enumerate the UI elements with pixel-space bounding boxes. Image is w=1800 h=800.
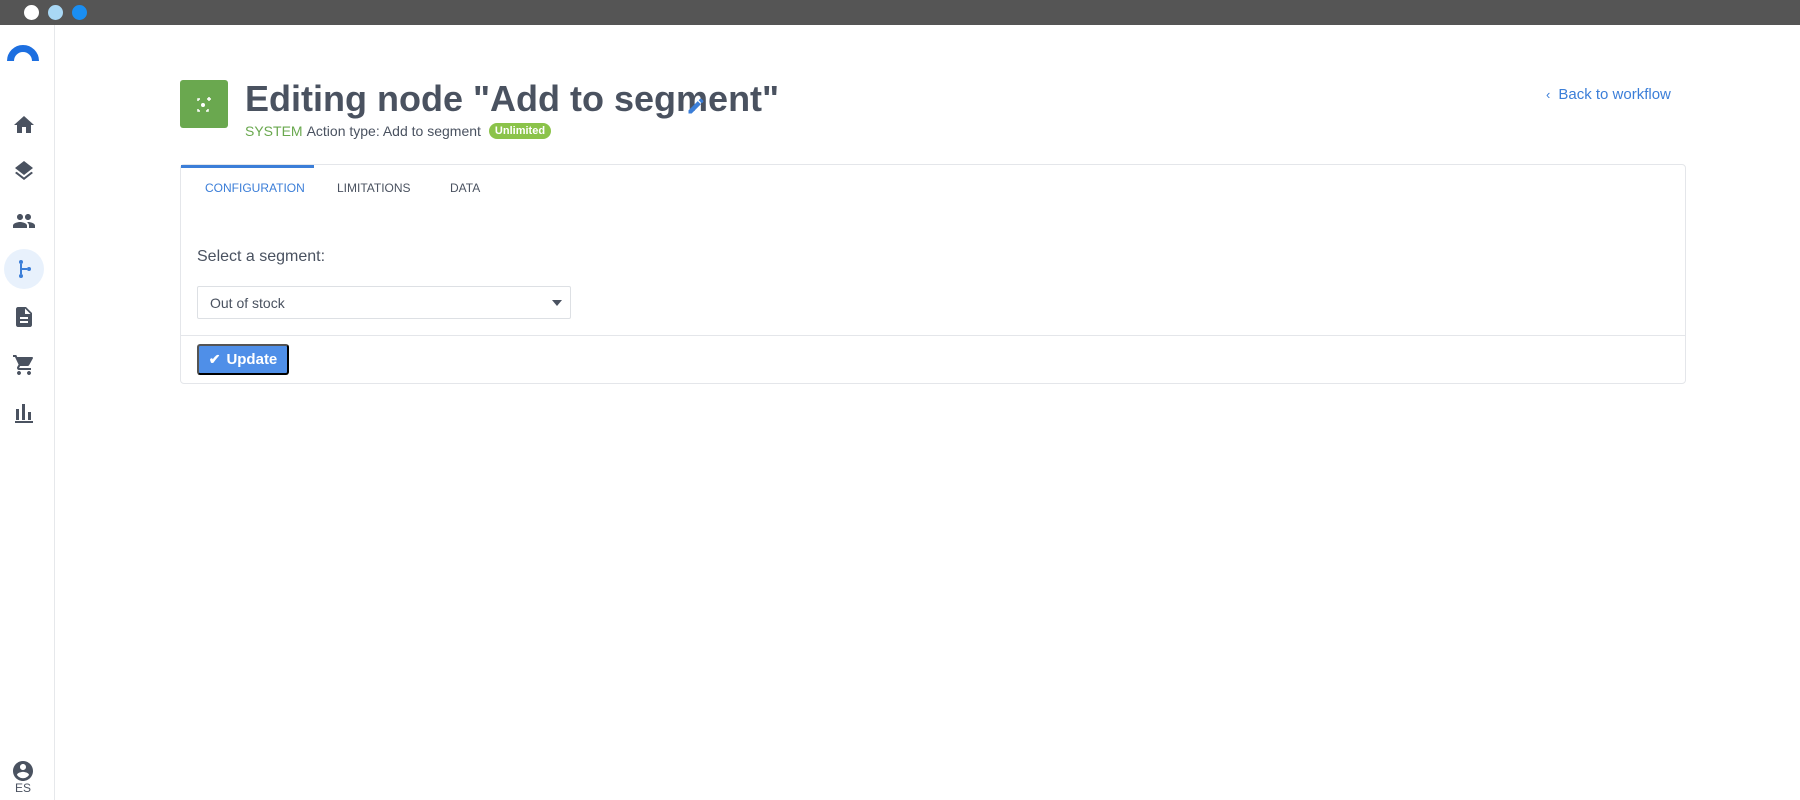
sidebar-item-cart[interactable] xyxy=(4,345,44,385)
window-maximize-button[interactable] xyxy=(72,5,87,20)
caret-down-icon xyxy=(552,300,562,306)
account-circle-icon[interactable] xyxy=(11,759,35,783)
card-footer-divider xyxy=(181,335,1685,336)
node-config-card: CONFIGURATION LIMITATIONS DATA Select a … xyxy=(180,164,1686,384)
sidebar-item-documents[interactable] xyxy=(4,297,44,337)
segment-node-icon xyxy=(180,80,228,128)
document-icon xyxy=(16,307,32,327)
back-to-workflow-link[interactable]: ‹ Back to workflow xyxy=(1546,86,1671,103)
tab-data[interactable]: DATA xyxy=(450,181,480,195)
pencil-icon[interactable] xyxy=(686,96,706,116)
sidebar-item-layers[interactable] xyxy=(4,153,44,193)
sidebar-item-people[interactable] xyxy=(4,201,44,241)
update-button-label: Update xyxy=(226,351,278,368)
sidebar-item-home[interactable] xyxy=(4,105,44,145)
layers-icon xyxy=(15,161,33,180)
people-icon xyxy=(13,214,35,228)
update-button[interactable]: ✔ Update xyxy=(197,344,289,375)
check-icon: ✔ xyxy=(208,351,221,367)
window-titlebar xyxy=(0,0,1800,25)
bar-chart-icon xyxy=(15,404,33,423)
chevron-left-icon: ‹ xyxy=(1546,87,1551,102)
sidebar-item-workflows[interactable] xyxy=(4,249,44,289)
node-meta: SYSTEM Action type: Add to segment Unlim… xyxy=(245,123,552,139)
window-minimize-button[interactable] xyxy=(48,5,63,20)
segment-field-label: Select a segment: xyxy=(197,248,326,265)
action-type-label: Action type: Add to segment xyxy=(306,123,481,139)
back-link-label: Back to workflow xyxy=(1558,86,1671,103)
sidebar: ES xyxy=(0,25,55,800)
window-close-button[interactable] xyxy=(24,5,39,20)
active-tab-indicator xyxy=(181,165,314,168)
tab-configuration[interactable]: CONFIGURATION xyxy=(205,181,305,195)
cart-icon xyxy=(13,355,33,375)
home-icon xyxy=(14,116,34,133)
segment-select-value: Out of stock xyxy=(210,295,285,311)
system-label: SYSTEM xyxy=(245,123,303,139)
language-indicator[interactable]: ES xyxy=(0,781,46,795)
segment-select[interactable]: Out of stock xyxy=(197,286,571,319)
workflow-branch-icon xyxy=(19,260,31,278)
status-badge: Unlimited xyxy=(488,123,552,139)
sidebar-item-reports[interactable] xyxy=(4,393,44,433)
tab-limitations[interactable]: LIMITATIONS xyxy=(337,181,411,195)
brand-logo-icon[interactable] xyxy=(7,45,39,61)
